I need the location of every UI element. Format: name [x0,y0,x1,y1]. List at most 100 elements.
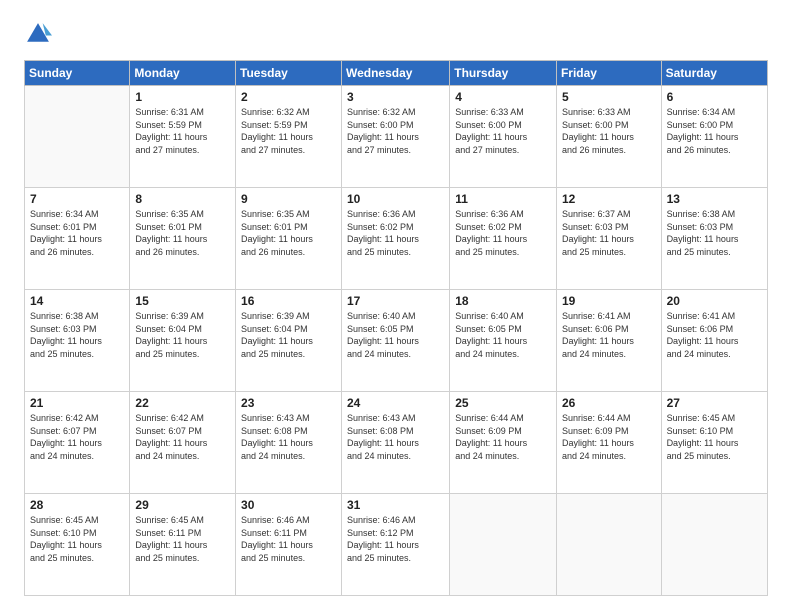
calendar-week-row: 1 Sunrise: 6:31 AM Sunset: 5:59 PM Daylig… [25,86,768,188]
day-number: 7 [30,192,124,206]
calendar-cell: 4 Sunrise: 6:33 AM Sunset: 6:00 PM Daylig… [450,86,557,188]
calendar-cell: 6 Sunrise: 6:34 AM Sunset: 6:00 PM Daylig… [661,86,767,188]
day-number: 28 [30,498,124,512]
calendar-day-header: Thursday [450,61,557,86]
calendar-cell: 18 Sunrise: 6:40 AM Sunset: 6:05 PM Dayli… [450,290,557,392]
day-number: 14 [30,294,124,308]
day-info: Sunrise: 6:37 AM Sunset: 6:03 PM Dayligh… [562,208,656,258]
calendar-cell [450,494,557,596]
calendar-cell: 27 Sunrise: 6:45 AM Sunset: 6:10 PM Dayli… [661,392,767,494]
calendar-cell: 30 Sunrise: 6:46 AM Sunset: 6:11 PM Dayli… [236,494,342,596]
day-number: 26 [562,396,656,410]
day-info: Sunrise: 6:33 AM Sunset: 6:00 PM Dayligh… [562,106,656,156]
day-info: Sunrise: 6:41 AM Sunset: 6:06 PM Dayligh… [562,310,656,360]
calendar-cell: 10Sunrise: 6:36 AM Sunset: 6:02 PM Dayli… [341,188,449,290]
calendar-day-header: Monday [130,61,236,86]
day-number: 29 [135,498,230,512]
day-info: Sunrise: 6:45 AM Sunset: 6:11 PM Dayligh… [135,514,230,564]
day-number: 2 [241,90,336,104]
day-number: 15 [135,294,230,308]
day-info: Sunrise: 6:40 AM Sunset: 6:05 PM Dayligh… [347,310,444,360]
calendar-cell: 22 Sunrise: 6:42 AM Sunset: 6:07 PM Dayli… [130,392,236,494]
calendar-cell: 7 Sunrise: 6:34 AM Sunset: 6:01 PM Daylig… [25,188,130,290]
calendar-cell: 11Sunrise: 6:36 AM Sunset: 6:02 PM Dayli… [450,188,557,290]
day-info: Sunrise: 6:44 AM Sunset: 6:09 PM Dayligh… [455,412,551,462]
calendar-cell: 3 Sunrise: 6:32 AM Sunset: 6:00 PM Daylig… [341,86,449,188]
calendar-table: SundayMondayTuesdayWednesdayThursdayFrid… [24,60,768,596]
day-number: 30 [241,498,336,512]
logo-icon [24,20,52,48]
day-number: 21 [30,396,124,410]
day-info: Sunrise: 6:31 AM Sunset: 5:59 PM Dayligh… [135,106,230,156]
calendar-cell: 20 Sunrise: 6:41 AM Sunset: 6:06 PM Dayli… [661,290,767,392]
calendar-week-row: 14 Sunrise: 6:38 AM Sunset: 6:03 PM Dayli… [25,290,768,392]
calendar-cell: 8Sunrise: 6:35 AM Sunset: 6:01 PM Daylig… [130,188,236,290]
day-info: Sunrise: 6:41 AM Sunset: 6:06 PM Dayligh… [667,310,762,360]
day-number: 23 [241,396,336,410]
day-info: Sunrise: 6:45 AM Sunset: 6:10 PM Dayligh… [30,514,124,564]
day-info: Sunrise: 6:35 AM Sunset: 6:01 PM Dayligh… [135,208,230,258]
day-info: Sunrise: 6:34 AM Sunset: 6:00 PM Dayligh… [667,106,762,156]
calendar-week-row: 28 Sunrise: 6:45 AM Sunset: 6:10 PM Dayli… [25,494,768,596]
calendar-day-header: Sunday [25,61,130,86]
day-number: 10 [347,192,444,206]
day-number: 22 [135,396,230,410]
header [24,20,768,48]
calendar-day-header: Tuesday [236,61,342,86]
day-number: 11 [455,192,551,206]
day-number: 19 [562,294,656,308]
day-info: Sunrise: 6:45 AM Sunset: 6:10 PM Dayligh… [667,412,762,462]
calendar-cell: 14 Sunrise: 6:38 AM Sunset: 6:03 PM Dayli… [25,290,130,392]
calendar-header-row: SundayMondayTuesdayWednesdayThursdayFrid… [25,61,768,86]
day-info: Sunrise: 6:33 AM Sunset: 6:00 PM Dayligh… [455,106,551,156]
day-number: 24 [347,396,444,410]
day-info: Sunrise: 6:43 AM Sunset: 6:08 PM Dayligh… [347,412,444,462]
day-info: Sunrise: 6:32 AM Sunset: 6:00 PM Dayligh… [347,106,444,156]
logo [24,20,56,48]
calendar-cell: 29 Sunrise: 6:45 AM Sunset: 6:11 PM Dayli… [130,494,236,596]
day-number: 9 [241,192,336,206]
day-number: 3 [347,90,444,104]
calendar-week-row: 7 Sunrise: 6:34 AM Sunset: 6:01 PM Daylig… [25,188,768,290]
day-info: Sunrise: 6:32 AM Sunset: 5:59 PM Dayligh… [241,106,336,156]
day-number: 1 [135,90,230,104]
calendar-cell: 31Sunrise: 6:46 AM Sunset: 6:12 PM Dayli… [341,494,449,596]
day-number: 12 [562,192,656,206]
day-number: 6 [667,90,762,104]
day-info: Sunrise: 6:42 AM Sunset: 6:07 PM Dayligh… [135,412,230,462]
day-info: Sunrise: 6:35 AM Sunset: 6:01 PM Dayligh… [241,208,336,258]
day-number: 20 [667,294,762,308]
calendar-cell: 24 Sunrise: 6:43 AM Sunset: 6:08 PM Dayli… [341,392,449,494]
day-info: Sunrise: 6:34 AM Sunset: 6:01 PM Dayligh… [30,208,124,258]
calendar-cell: 9 Sunrise: 6:35 AM Sunset: 6:01 PM Daylig… [236,188,342,290]
day-info: Sunrise: 6:39 AM Sunset: 6:04 PM Dayligh… [135,310,230,360]
calendar-cell: 5Sunrise: 6:33 AM Sunset: 6:00 PM Daylig… [556,86,661,188]
day-number: 27 [667,396,762,410]
calendar-cell [556,494,661,596]
day-number: 13 [667,192,762,206]
day-info: Sunrise: 6:46 AM Sunset: 6:11 PM Dayligh… [241,514,336,564]
day-info: Sunrise: 6:44 AM Sunset: 6:09 PM Dayligh… [562,412,656,462]
calendar-cell: 25Sunrise: 6:44 AM Sunset: 6:09 PM Dayli… [450,392,557,494]
calendar-cell: 23Sunrise: 6:43 AM Sunset: 6:08 PM Dayli… [236,392,342,494]
page: SundayMondayTuesdayWednesdayThursdayFrid… [0,0,792,612]
calendar-cell [661,494,767,596]
calendar-week-row: 21 Sunrise: 6:42 AM Sunset: 6:07 PM Dayli… [25,392,768,494]
calendar-cell: 12 Sunrise: 6:37 AM Sunset: 6:03 PM Dayli… [556,188,661,290]
day-info: Sunrise: 6:38 AM Sunset: 6:03 PM Dayligh… [667,208,762,258]
day-info: Sunrise: 6:39 AM Sunset: 6:04 PM Dayligh… [241,310,336,360]
day-number: 31 [347,498,444,512]
day-info: Sunrise: 6:42 AM Sunset: 6:07 PM Dayligh… [30,412,124,462]
calendar-day-header: Friday [556,61,661,86]
calendar-cell [25,86,130,188]
calendar-cell: 15 Sunrise: 6:39 AM Sunset: 6:04 PM Dayli… [130,290,236,392]
day-info: Sunrise: 6:38 AM Sunset: 6:03 PM Dayligh… [30,310,124,360]
calendar-cell: 19 Sunrise: 6:41 AM Sunset: 6:06 PM Dayli… [556,290,661,392]
day-number: 16 [241,294,336,308]
day-number: 4 [455,90,551,104]
day-info: Sunrise: 6:40 AM Sunset: 6:05 PM Dayligh… [455,310,551,360]
day-number: 18 [455,294,551,308]
calendar-day-header: Wednesday [341,61,449,86]
calendar-cell: 1 Sunrise: 6:31 AM Sunset: 5:59 PM Daylig… [130,86,236,188]
calendar-day-header: Saturday [661,61,767,86]
